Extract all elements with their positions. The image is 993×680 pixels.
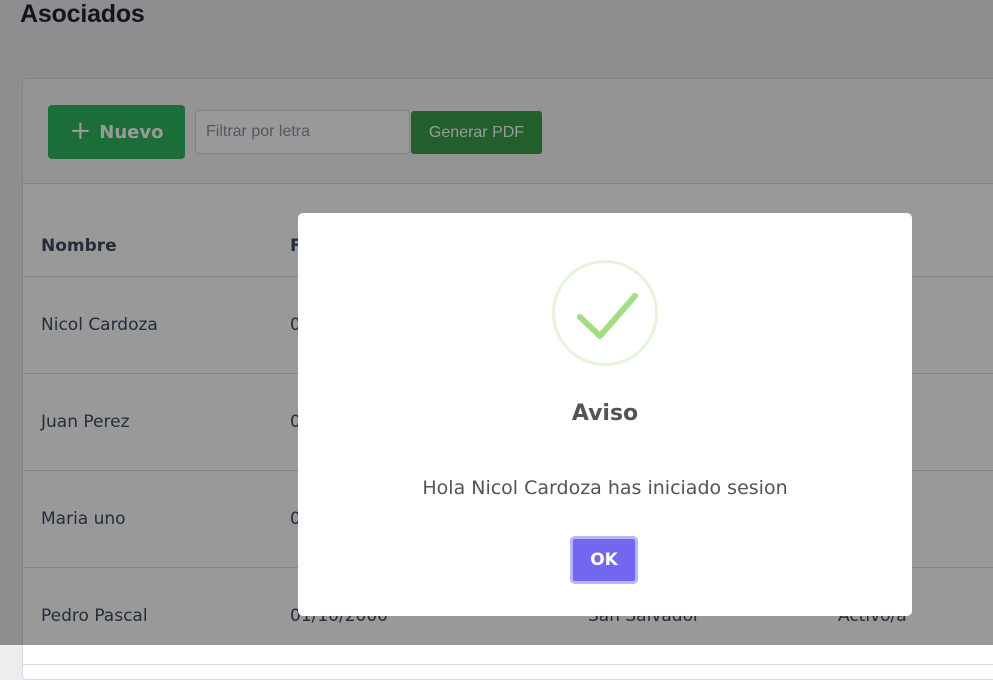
- alert-dialog: Aviso Hola Nicol Cardoza has iniciado se…: [298, 213, 912, 616]
- success-check-icon: [552, 260, 658, 366]
- dialog-message: Hola Nicol Cardoza has iniciado sesion: [422, 477, 788, 499]
- dialog-title: Aviso: [571, 401, 639, 426]
- ok-button[interactable]: OK: [570, 536, 638, 584]
